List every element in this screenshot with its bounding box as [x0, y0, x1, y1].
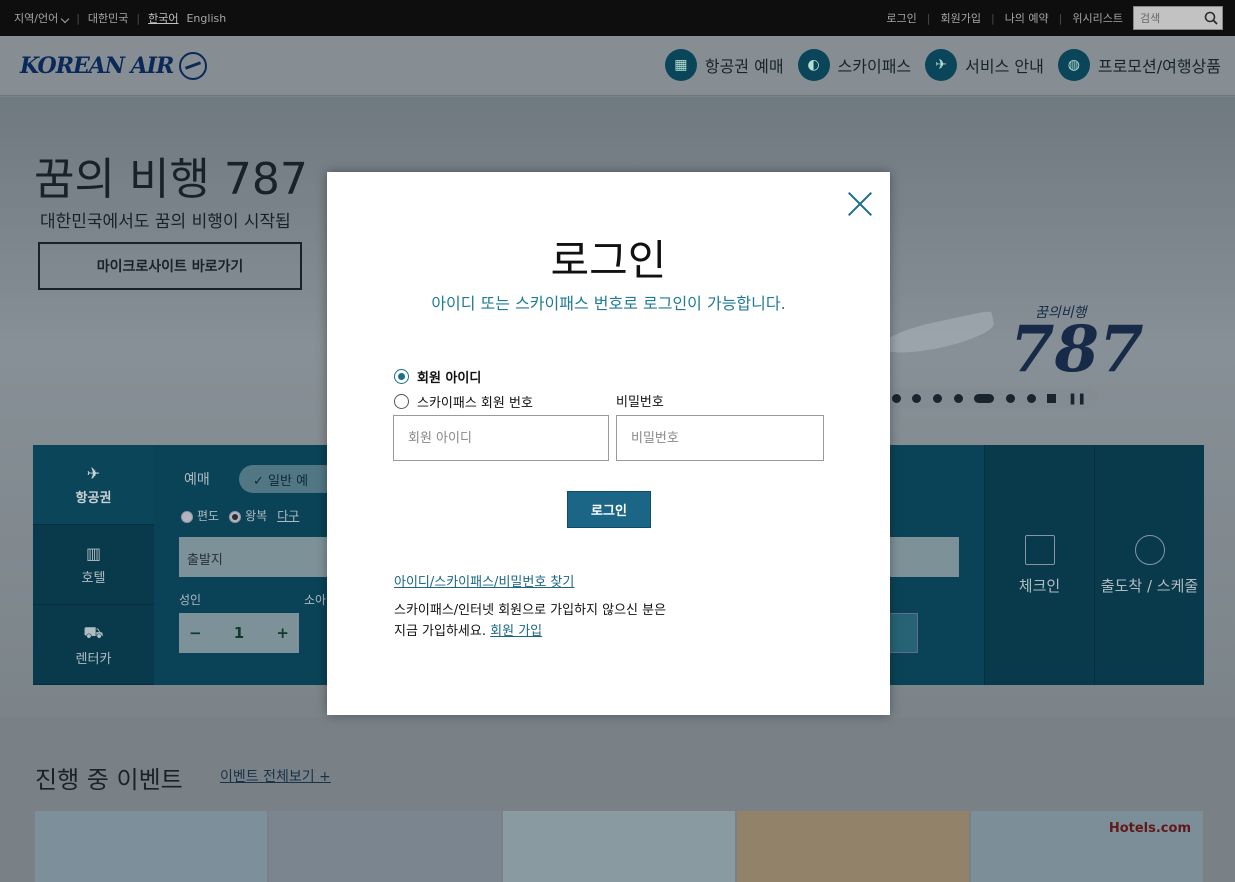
modal-subtitle: 아이디 또는 스카이패스 번호로 로그인이 가능합니다.: [431, 294, 786, 313]
login-button[interactable]: 로그인: [567, 491, 651, 528]
join-prompt-text: 지금 가입하세요.: [394, 624, 486, 639]
join-prompt-line2: 지금 가입하세요. 회원 가입: [394, 621, 666, 642]
radio-icon: [394, 394, 409, 409]
find-account-link[interactable]: 아이디/스카이패스/비밀번호 찾기: [394, 571, 574, 590]
modal-title: 로그인: [550, 236, 667, 285]
member-id-input[interactable]: [393, 415, 609, 461]
login-modal: 로그인 아이디 또는 스카이패스 번호로 로그인이 가능합니다. 회원 아이디 …: [327, 172, 890, 715]
radio-label: 스카이패스 회원 번호: [417, 396, 533, 411]
login-type-skypass-radio[interactable]: 스카이패스 회원 번호: [394, 392, 533, 411]
join-prompt-line1: 스카이패스/인터넷 회원으로 가입하지 않으신 분은: [394, 603, 667, 618]
password-input[interactable]: [616, 415, 824, 461]
radio-checked-icon: [394, 369, 409, 384]
join-prompt: 스카이패스/인터넷 회원으로 가입하지 않으신 분은 지금 가입하세요. 회원 …: [394, 600, 666, 642]
login-type-member-id-radio[interactable]: 회원 아이디: [394, 367, 481, 386]
password-label: 비밀번호: [616, 395, 664, 410]
radio-label: 회원 아이디: [417, 371, 482, 386]
close-icon[interactable]: [846, 190, 874, 218]
join-link[interactable]: 회원 가입: [490, 624, 542, 639]
